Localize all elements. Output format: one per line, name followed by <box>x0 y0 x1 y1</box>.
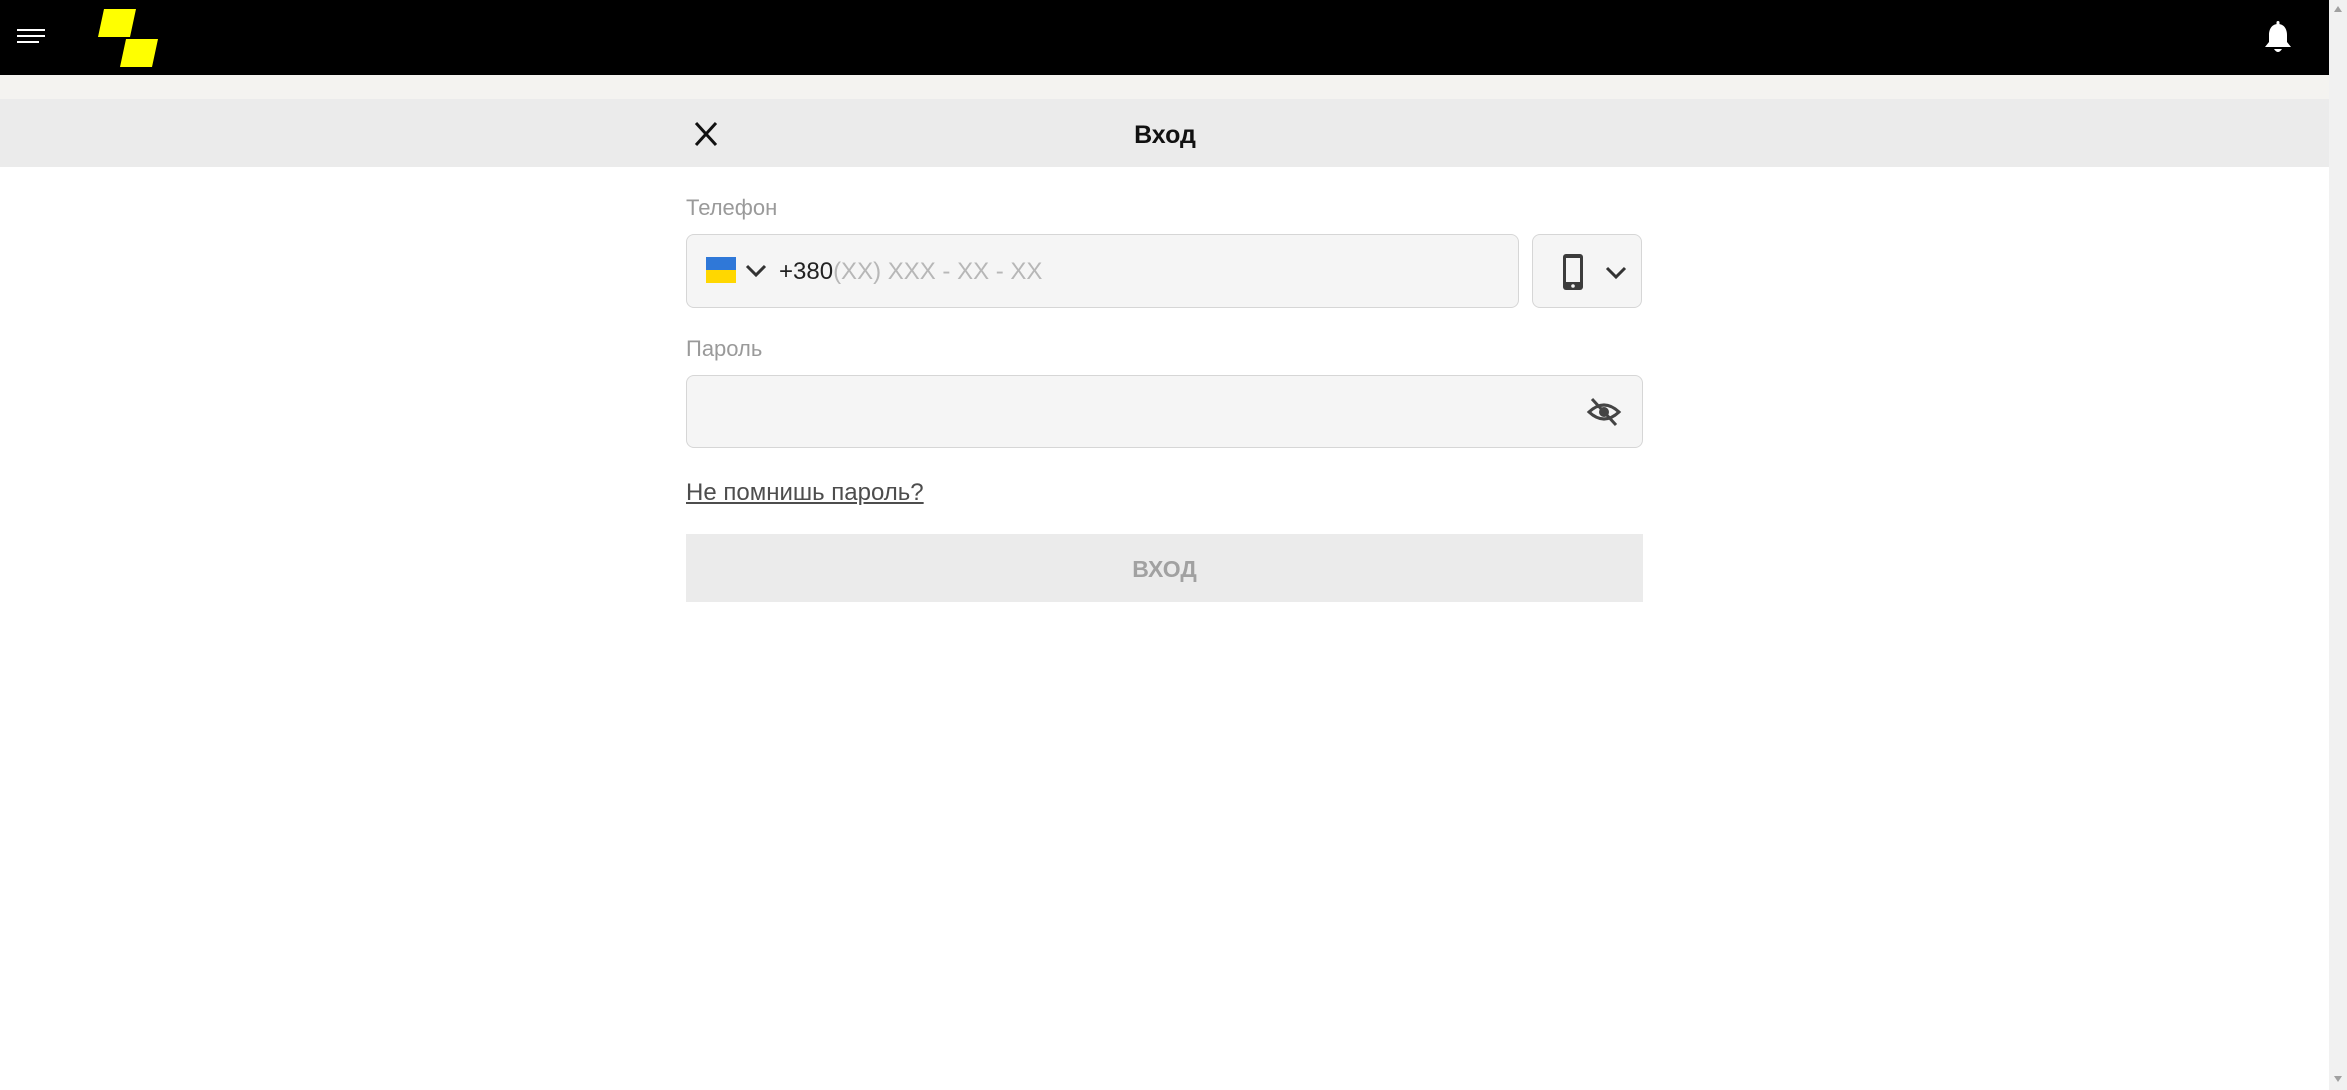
modal-title: Вход <box>1134 121 1196 149</box>
forgot-password-link[interactable]: Не помнишь пароль? <box>686 478 924 508</box>
phone-input[interactable]: +380 (XX) XXX - XX - XX <box>779 235 1042 309</box>
scroll-down-arrow-icon[interactable] <box>2333 1075 2343 1083</box>
brand-logo[interactable] <box>96 9 160 67</box>
close-icon[interactable] <box>688 118 724 150</box>
smartphone-icon <box>1563 254 1583 290</box>
phone-placeholder: (XX) XXX - XX - XX <box>833 258 1043 285</box>
top-navigation-bar <box>0 0 2329 75</box>
phone-label: Телефон <box>686 195 778 220</box>
vertical-scrollbar[interactable] <box>2329 0 2347 1090</box>
eye-off-icon[interactable] <box>1586 396 1622 428</box>
ukraine-flag-icon <box>706 257 736 283</box>
phone-prefix: +380 <box>779 258 834 285</box>
device-type-select[interactable] <box>1532 234 1642 308</box>
password-label: Пароль <box>686 336 763 361</box>
login-button[interactable]: ВХОД <box>686 534 1643 602</box>
hamburger-menu-icon[interactable] <box>14 24 48 50</box>
phone-field[interactable]: +380 (XX) XXX - XX - XX <box>686 234 1519 308</box>
password-field[interactable] <box>686 375 1643 448</box>
chevron-down-icon[interactable] <box>743 261 769 281</box>
bell-icon[interactable] <box>2262 20 2294 56</box>
chevron-down-icon <box>1605 266 1627 280</box>
scroll-up-arrow-icon[interactable] <box>2333 5 2343 13</box>
top-spacer-strip <box>0 75 2329 99</box>
